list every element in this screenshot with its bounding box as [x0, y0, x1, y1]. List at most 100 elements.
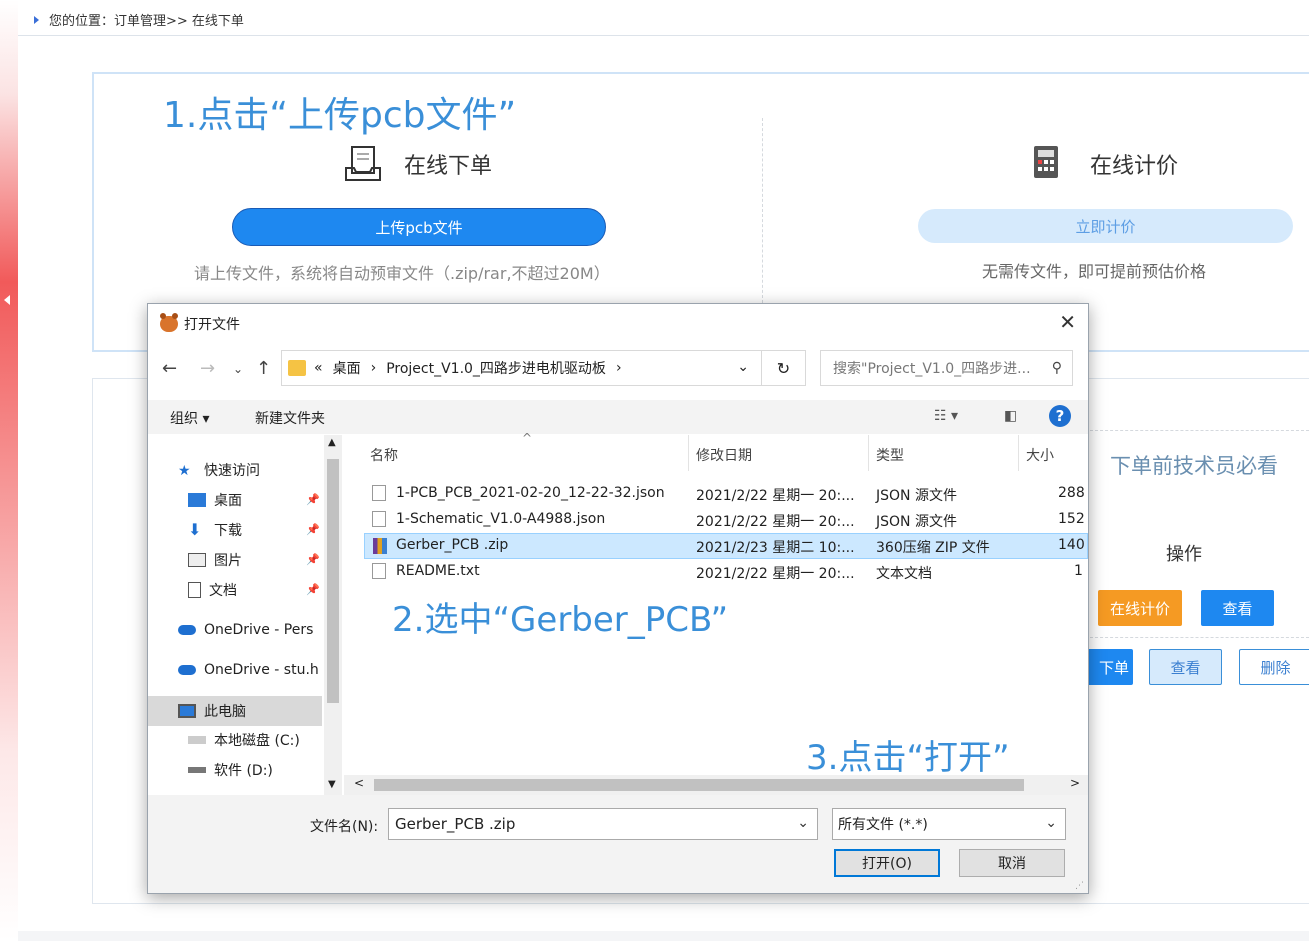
filename-label: 文件名(N):: [310, 819, 379, 835]
file-row[interactable]: 1-PCB_PCB_2021-02-20_12-22-32.json 2021/…: [364, 481, 1088, 507]
column-name[interactable]: 名称: [370, 445, 398, 465]
chevron-down-icon[interactable]: ⌄: [797, 815, 809, 831]
json-file-icon: [372, 485, 386, 501]
help-icon[interactable]: ?: [1049, 405, 1071, 427]
collapse-arrow-icon[interactable]: [4, 295, 10, 305]
file-size: 288: [1058, 485, 1085, 501]
pin-icon[interactable]: 📌: [306, 583, 320, 596]
row-view-button[interactable]: 查看: [1201, 590, 1274, 626]
close-icon[interactable]: ✕: [1059, 310, 1076, 334]
open-button[interactable]: 打开(O): [834, 849, 940, 877]
address-dropdown-icon[interactable]: ⌄: [737, 359, 749, 375]
scroll-thumb[interactable]: [374, 779, 1024, 791]
search-placeholder: 搜索"Project_V1.0_四路步进...: [833, 361, 1031, 377]
breadcrumb-bar: 您的位置：订单管理>> 在线下单: [18, 0, 1309, 36]
nav-onedrive-stu[interactable]: OneDrive - stu.h: [178, 657, 319, 683]
cancel-button[interactable]: 取消: [959, 849, 1065, 877]
filetype-select[interactable]: 所有文件 (*.*) ⌄: [832, 808, 1066, 840]
nav-quick-access[interactable]: ★ 快速访问: [178, 457, 260, 483]
nav-documents[interactable]: 文档: [188, 577, 237, 603]
nav-label: 快速访问: [204, 463, 260, 479]
dialog-footer: 文件名(N): Gerber_PCB .zip ⌄ 所有文件 (*.*) ⌄ 打…: [148, 795, 1088, 893]
address-segment-project[interactable]: Project_V1.0_四路步进电机驱动板: [386, 358, 606, 378]
file-row[interactable]: 1-Schematic_V1.0-A4988.json 2021/2/22 星期…: [364, 507, 1088, 533]
organize-menu[interactable]: 组织 ▾: [170, 408, 209, 428]
scroll-right-icon[interactable]: >: [1070, 776, 1080, 790]
side-collapse-bar[interactable]: [0, 0, 18, 941]
pin-icon[interactable]: 📌: [306, 523, 320, 536]
recent-chevron-icon[interactable]: ⌄: [233, 362, 243, 376]
view-options-icon[interactable]: ☷ ▾: [934, 408, 958, 424]
address-segment-desktop[interactable]: 桌面: [333, 358, 361, 378]
file-row-selected[interactable]: Gerber_PCB .zip 2021/2/23 星期二 10:... 360…: [364, 533, 1088, 559]
file-size: 140: [1058, 537, 1085, 553]
card-divider: [762, 118, 763, 303]
zip-archive-icon: [373, 538, 387, 554]
address-separator[interactable]: ›: [371, 360, 377, 376]
nav-software-d[interactable]: 软件 (D:): [188, 757, 273, 783]
dialog-title-bar: 打开文件: [160, 313, 240, 334]
online-quote-heading: 在线计价: [1030, 144, 1178, 184]
forward-arrow-icon[interactable]: →: [200, 358, 215, 379]
nav-local-disk-c[interactable]: 本地磁盘 (C:): [188, 727, 300, 753]
file-type: JSON 源文件: [876, 488, 957, 504]
nav-desktop[interactable]: 桌面: [188, 487, 242, 513]
file-size: 152: [1058, 511, 1085, 527]
nav-label: 此电脑: [204, 704, 246, 720]
technician-notice-title[interactable]: 下单前技术员必看: [1110, 450, 1278, 480]
breadcrumb-text: 您的位置：订单管理>> 在线下单: [49, 14, 244, 29]
row-quote-button[interactable]: 在线计价: [1098, 590, 1182, 626]
text-file-icon: [372, 563, 386, 579]
row-view-button-2[interactable]: 查看: [1149, 649, 1222, 685]
chevron-down-icon[interactable]: ⌄: [1045, 815, 1057, 831]
pictures-icon: [188, 553, 206, 567]
nav-pictures[interactable]: 图片: [188, 547, 242, 573]
column-separator[interactable]: [1018, 435, 1019, 471]
breadcrumb: 您的位置：订单管理>> 在线下单: [34, 10, 244, 29]
column-separator[interactable]: [868, 435, 869, 471]
file-type: JSON 源文件: [876, 514, 957, 530]
pin-icon[interactable]: 📌: [306, 553, 320, 566]
sort-caret-icon: ^: [522, 431, 533, 445]
resize-grip-icon[interactable]: ⋰: [1075, 881, 1084, 891]
new-folder-button[interactable]: 新建文件夹: [255, 408, 325, 428]
column-type[interactable]: 类型: [876, 445, 904, 465]
address-overflow[interactable]: «: [314, 360, 323, 376]
refresh-icon[interactable]: ↻: [762, 350, 806, 386]
nav-label: 图片: [214, 553, 242, 569]
nav-label: 文档: [209, 583, 237, 599]
scroll-left-icon[interactable]: <: [354, 776, 364, 790]
nav-label: OneDrive - stu.h: [204, 662, 319, 678]
column-date[interactable]: 修改日期: [696, 445, 752, 465]
file-type: 360压缩 ZIP 文件: [876, 540, 990, 556]
column-separator[interactable]: [688, 435, 689, 471]
back-arrow-icon[interactable]: ←: [162, 358, 177, 379]
row-delete-button[interactable]: 删除: [1239, 649, 1309, 685]
pin-icon[interactable]: 📌: [306, 493, 320, 506]
address-separator-2[interactable]: ›: [616, 360, 622, 376]
scroll-thumb[interactable]: [327, 459, 339, 703]
nav-scrollbar[interactable]: ▲ ▼: [324, 435, 342, 795]
preview-pane-icon[interactable]: ◧: [1004, 408, 1017, 424]
scroll-up-icon[interactable]: ▲: [328, 437, 336, 448]
nav-this-pc[interactable]: 此电脑: [178, 698, 246, 724]
nav-downloads[interactable]: ⬇ 下载: [188, 517, 242, 543]
search-input[interactable]: 搜索"Project_V1.0_四路步进... ⚲: [820, 350, 1073, 386]
column-size[interactable]: 大小: [1026, 445, 1054, 465]
quote-now-button[interactable]: 立即计价: [918, 209, 1293, 243]
search-icon[interactable]: ⚲: [1052, 360, 1062, 376]
nav-onedrive-personal[interactable]: OneDrive - Pers: [178, 617, 313, 643]
up-arrow-icon[interactable]: ↑: [256, 358, 271, 379]
app-bear-icon: [160, 313, 178, 332]
nav-label: 软件 (D:): [214, 763, 273, 779]
address-bar[interactable]: « 桌面 › Project_V1.0_四路步进电机驱动板 › ⌄: [281, 350, 762, 386]
navigation-pane: ★ 快速访问 桌面 📌 ⬇ 下载 📌 图片 📌 文档 📌 OneDrive - …: [148, 435, 344, 795]
file-row[interactable]: README.txt 2021/2/22 星期一 20:... 文本文档 1: [364, 559, 1088, 585]
operations-header: 操作: [1166, 544, 1202, 565]
filename-input[interactable]: Gerber_PCB .zip ⌄: [388, 808, 818, 840]
online-order-title: 在线下单: [404, 154, 493, 179]
cloud-icon: [178, 625, 196, 635]
upload-pcb-button[interactable]: 上传pcb文件: [232, 208, 606, 246]
navigation-row: ← → ⌄ ↑ « 桌面 › Project_V1.0_四路步进电机驱动板 › …: [148, 350, 1088, 390]
scroll-down-icon[interactable]: ▼: [328, 779, 336, 790]
